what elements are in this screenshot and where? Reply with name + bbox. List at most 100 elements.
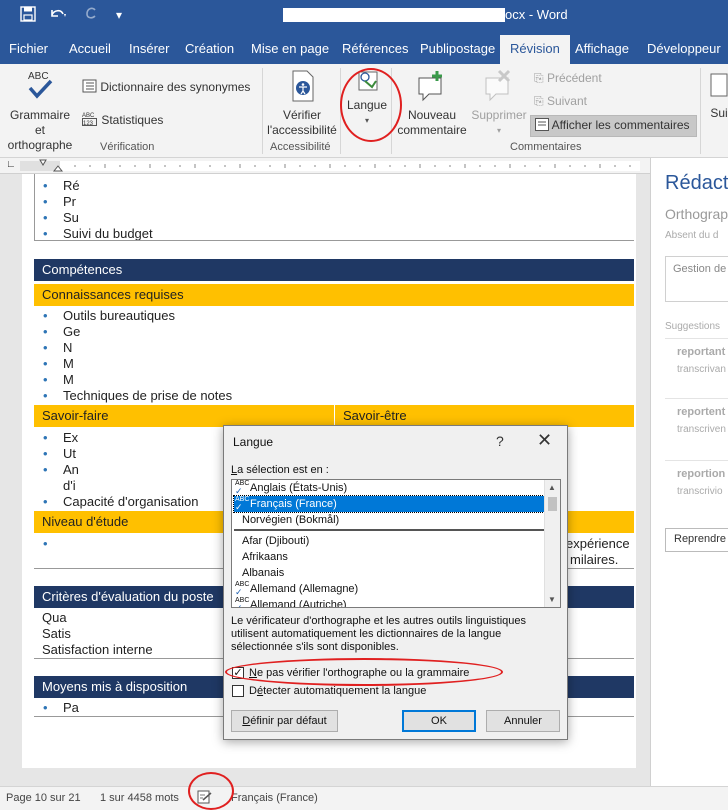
synonyms-button[interactable]: Dictionnaire des synonymes [82,79,250,96]
criteria-line: Qua [42,610,67,625]
tab-affichage[interactable]: Affichage [575,41,629,56]
scroll-down-icon[interactable]: ▼ [548,595,556,604]
help-icon[interactable]: ? [496,433,504,449]
subheader-connaissances: Connaissances requises [34,284,634,306]
list-item: M [43,372,74,388]
pane-context-field[interactable]: Gestion de [665,256,728,302]
word-count-icon: ABC 123 [82,110,98,129]
language-option-label: Afrikaans [242,551,288,563]
pane-subtitle: Orthograp [665,206,728,222]
language-option-label: Anglais (États-Unis) [250,482,348,494]
word-count-indicator[interactable]: 1 sur 4458 mots [100,792,179,804]
spelling-grammar-label: Grammaire et orthographe [7,108,73,152]
language-option-selected[interactable]: ABC ✓ Français (France) [233,495,547,513]
accessibility-icon [264,68,340,108]
list-item: N [42,340,72,356]
auto-detect-checkbox[interactable] [232,685,244,697]
cancel-button[interactable]: Annuler [486,710,560,732]
ruler-ticks [20,159,640,172]
language-option-label: Norvégien (Bokmål) [242,514,340,526]
tab-publipostage[interactable]: Publipostage [420,41,495,56]
svg-text:ABC: ABC [28,71,49,82]
language-indicator[interactable]: Français (France) [231,792,318,804]
language-option-label: Afar (Djibouti) [242,535,310,547]
show-comments-label: Afficher les commentaires [551,118,690,132]
editor-pane: Rédact Orthograp Absent du d Gestion de … [650,158,728,786]
tab-inserer[interactable]: Insérer [129,41,169,56]
tab-creation[interactable]: Création [185,41,234,56]
scroll-up-icon[interactable]: ▲ [548,483,556,492]
list-item: M [43,356,74,372]
language-option[interactable]: ABC ✓ Anglais (États-Unis) [234,480,546,496]
spell-check-icon: ABC ✓ [235,581,250,597]
customize-icon[interactable]: ▾ [116,8,122,22]
show-comments-icon [535,118,549,134]
suggestion-item[interactable]: reportent transcriven [665,404,728,450]
ok-button[interactable]: OK [402,710,476,732]
pane-absent-text: Absent du d [665,230,719,241]
close-icon[interactable]: ✕ [537,430,552,451]
show-comments-button[interactable]: Afficher les commentaires [530,115,697,137]
tab-accueil[interactable]: Accueil [69,41,111,56]
language-option[interactable]: Norvégien (Bokmål) [234,512,546,528]
delete-dropdown-icon: ▾ [496,126,501,135]
dialog-title: Langue [233,435,274,449]
scrollbar-thumb[interactable] [548,497,557,511]
resume-button[interactable]: Reprendre [665,528,728,552]
suggestion-item[interactable]: reportant transcrivan [665,344,728,390]
status-bar: Page 10 sur 21 1 sur 4458 mots Français … [0,786,728,810]
tab-references[interactable]: Références [342,41,408,56]
next-comment-icon: ⎘ [534,94,544,108]
language-option[interactable]: ABC ✓ Allemand (Allemagne) [234,581,546,597]
list-item: Outils bureautiques [43,308,175,324]
language-listbox[interactable]: ABC ✓ Anglais (États-Unis) ABC ✓ Français … [231,479,561,608]
list-item: Su [43,210,79,226]
delete-comment-button[interactable]: Supprimer ▾ [470,68,528,138]
list-item: Capacité d'organisation [43,494,199,510]
language-option-label: Français (France) [250,498,337,510]
page-indicator[interactable]: Page 10 sur 21 [6,792,81,804]
spell-check-icon: ABC ✓ [235,496,250,512]
check-accessibility-button[interactable]: Vérifier l'accessibilité [264,68,340,138]
language-option[interactable]: ABC ✓ Allemand (Autriche) [234,597,546,607]
annotation-circle-language-button [340,68,402,142]
set-default-button[interactable]: Définir par défaut [231,710,338,732]
listbox-scrollbar[interactable]: ▲ ▼ [544,480,560,607]
previous-comment-label: Précédent [546,71,602,85]
next-comment-label: Suivant [546,94,587,108]
next-comment-button[interactable]: ⎘ Suivant [534,94,587,109]
spelling-grammar-button[interactable]: ABC Grammaire et orthographe [4,68,76,153]
window-title: ocx - Word [505,7,568,22]
language-option[interactable]: Afrikaans [234,549,546,565]
horizontal-ruler[interactable]: ∟ [0,158,650,174]
selection-label: La sélection est en : [231,464,329,476]
delete-comment-label: Supprimer [471,108,527,122]
suggestion-item[interactable]: reportion transcrivio [665,466,728,512]
language-option[interactable]: Albanais [234,565,546,581]
new-comment-button[interactable]: Nouveau commentaire [394,68,470,138]
subheader-savoir-etre: Savoir-être [335,405,634,427]
tab-mise-en-page[interactable]: Mise en page [251,41,329,56]
track-changes-button[interactable]: Sui [704,72,728,121]
pane-title: Rédact [665,172,728,194]
list-item: Pa [43,700,79,716]
undo-icon[interactable] [48,6,68,26]
suggestion-sub: transcriven [677,424,726,435]
previous-comment-button[interactable]: ⎘ Précédent [534,71,602,86]
redo-icon[interactable] [84,6,98,26]
save-icon[interactable] [20,6,36,26]
group-label-accessibility: Accessibilité [270,141,331,153]
word-count-button[interactable]: ABC 123 Statistiques [82,110,163,129]
tab-fichier[interactable]: Fichier [9,41,48,56]
subheader-savoir-faire: Savoir-faire [34,405,334,427]
language-option-label: Allemand (Allemagne) [250,583,359,595]
language-option[interactable]: Afar (Djibouti) [234,533,546,549]
tab-developpeur[interactable]: Développeur [647,41,721,56]
check-accessibility-label: Vérifier l'accessibilité [267,108,337,137]
suggestion-sub: transcrivan [677,364,726,375]
language-dialog: Langue ? ✕ La sélection est en : ABC ✓ An… [223,425,568,740]
new-comment-icon [394,68,470,108]
spell-check-icon: ABC ✓ [235,480,250,496]
auto-detect-label[interactable]: Détecter automatiquement la langue [249,685,426,697]
tab-revision[interactable]: Révision [500,35,570,64]
